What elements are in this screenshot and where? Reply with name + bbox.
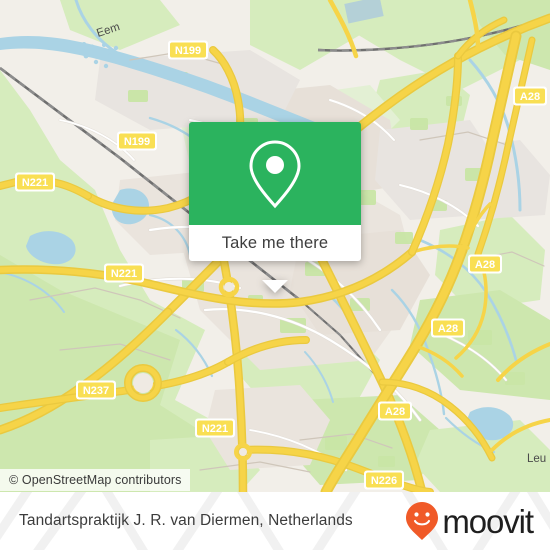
popup-pointer bbox=[262, 280, 288, 293]
card-footer: Tandartspraktijk J. R. van Diermen, Neth… bbox=[0, 492, 550, 550]
road-shield: A28 bbox=[513, 86, 547, 106]
road-shield-label: N221 bbox=[202, 423, 228, 435]
road-shield: N221 bbox=[195, 418, 235, 438]
road-shield: N221 bbox=[15, 172, 55, 192]
road-shield: A28 bbox=[468, 254, 502, 274]
map-popup[interactable]: Take me there bbox=[189, 122, 361, 293]
road-shield: N221 bbox=[104, 263, 144, 283]
road-shield-label: A28 bbox=[475, 259, 495, 271]
road-shield: N226 bbox=[364, 470, 404, 490]
road-shield: A28 bbox=[378, 401, 412, 421]
road-shield-label: N199 bbox=[124, 136, 150, 148]
road-shield-label: N199 bbox=[175, 45, 201, 57]
road-shield-label: A28 bbox=[520, 91, 540, 103]
map-place-label: Leu bbox=[527, 453, 546, 465]
moovit-logo[interactable]: moovit bbox=[405, 492, 534, 550]
moovit-location-card: .grn{fill:#d6ecbd} .grn2{fill:#cde7ae} .… bbox=[0, 0, 550, 550]
road-shield-label: N226 bbox=[371, 475, 397, 487]
road-shield-label: A28 bbox=[385, 406, 405, 418]
road-shield: N199 bbox=[168, 40, 208, 60]
road-shield-label: N221 bbox=[111, 268, 137, 280]
popup-action[interactable]: Take me there bbox=[189, 225, 361, 261]
osm-attribution[interactable]: © OpenStreetMap contributors bbox=[0, 469, 190, 491]
road-shield: N237 bbox=[76, 380, 116, 400]
road-shield: N199 bbox=[117, 131, 157, 151]
road-shield-label: N221 bbox=[22, 177, 48, 189]
road-shield-label: N237 bbox=[83, 385, 109, 397]
road-shield-label: A28 bbox=[438, 323, 458, 335]
moovit-wordmark: moovit bbox=[442, 502, 534, 540]
popup-action-label: Take me there bbox=[221, 233, 329, 252]
moovit-smiley-pin-icon bbox=[406, 502, 439, 540]
road-shield: A28 bbox=[431, 318, 465, 338]
location-pin-icon bbox=[249, 139, 301, 208]
popup-header bbox=[189, 122, 361, 225]
location-caption: Tandartspraktijk J. R. van Diermen, Neth… bbox=[19, 512, 353, 529]
